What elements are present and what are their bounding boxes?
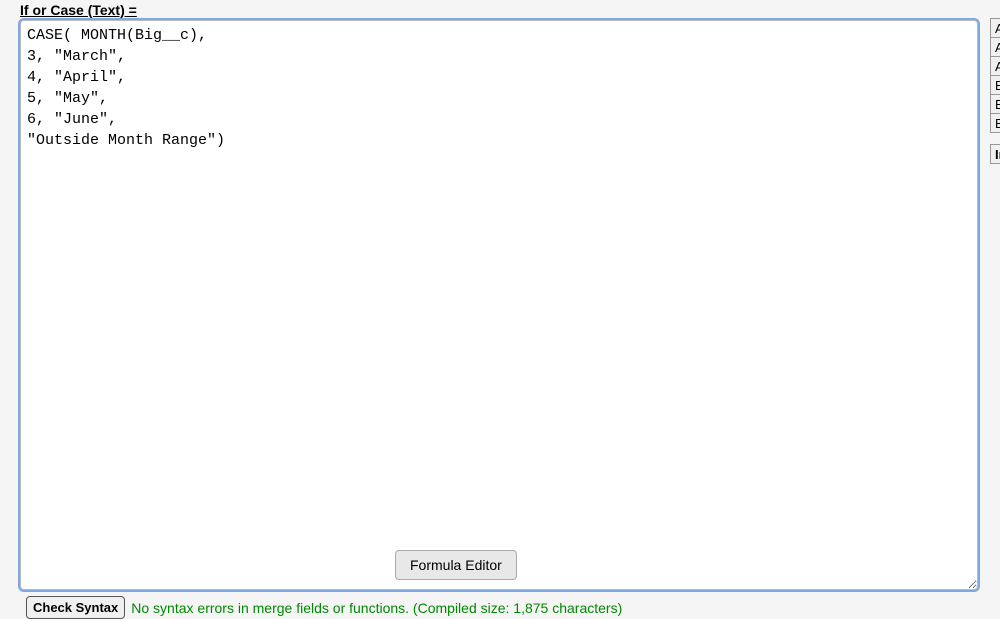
field-label: If or Case (Text) =: [20, 0, 1000, 20]
function-list-item[interactable]: BL: [990, 94, 1000, 114]
function-list-item[interactable]: BE: [990, 75, 1000, 95]
function-list-item[interactable]: AN: [990, 56, 1000, 76]
insert-function-button[interactable]: In: [990, 144, 1000, 164]
function-list-item[interactable]: AB: [990, 18, 1000, 38]
function-list: AB AD AN BE BL BR In: [990, 18, 1000, 163]
formula-input[interactable]: [20, 20, 978, 590]
function-list-item[interactable]: AD: [990, 37, 1000, 57]
formula-editor-button[interactable]: Formula Editor: [395, 550, 517, 580]
function-list-item[interactable]: BR: [990, 113, 1000, 133]
